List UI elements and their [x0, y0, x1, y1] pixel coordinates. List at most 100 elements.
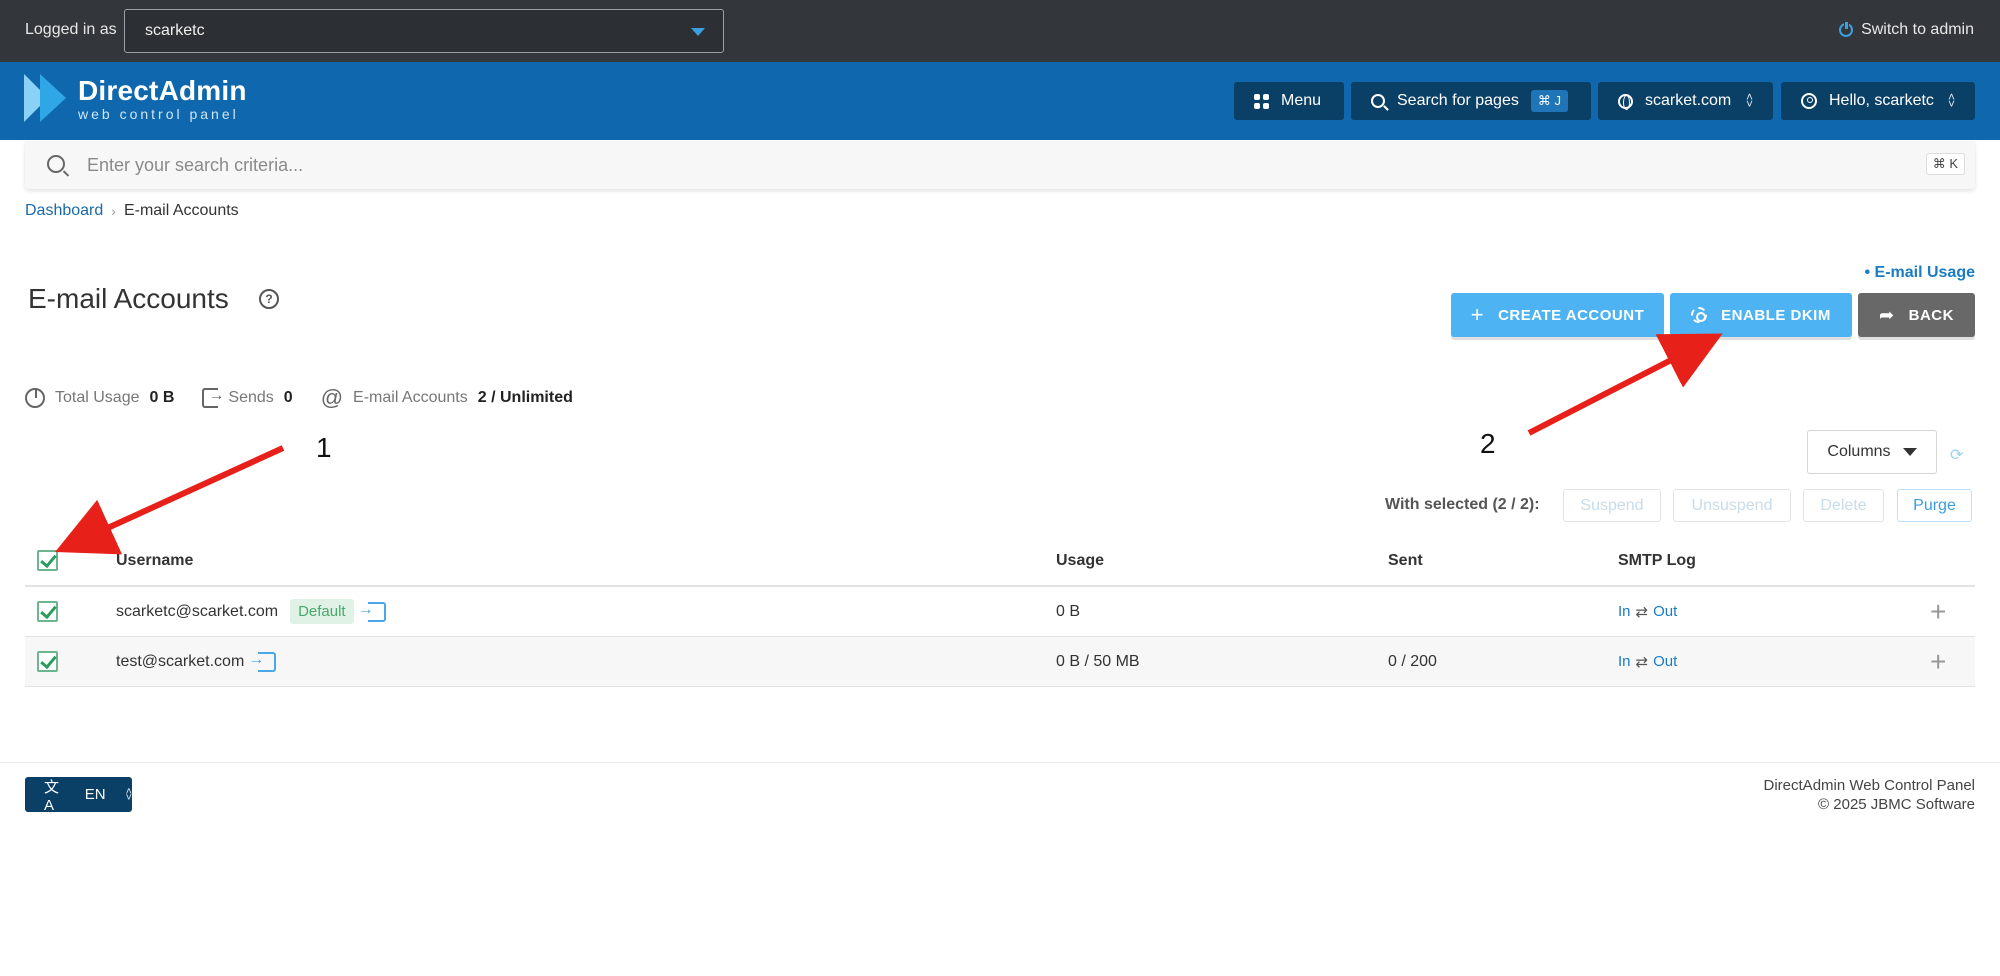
- login-icon[interactable]: [358, 601, 386, 622]
- grid-icon: [1254, 93, 1269, 109]
- updown-icon: ˄ ˅: [1745, 90, 1753, 111]
- smtp-log: In ⇄ Out: [1618, 653, 1677, 671]
- column-header-sent[interactable]: Sent: [1388, 536, 1423, 585]
- switch-to-admin-label: Switch to admin: [1861, 21, 1974, 38]
- global-search-bar: ⌘ K: [25, 141, 1975, 189]
- search-icon: [47, 155, 65, 173]
- column-header-smtp-log: SMTP Log: [1618, 551, 1696, 569]
- usage-stats: Total Usage 0 B Sends 0 @ E-mail Account…: [25, 387, 601, 409]
- smtp-log: In ⇄ Out: [1618, 603, 1677, 621]
- annotation-arrow-2: [1527, 333, 1723, 436]
- annotation-label-2: 2: [1480, 428, 1496, 459]
- domain-select[interactable]: scarket.com ˄ ˅: [1598, 82, 1773, 120]
- smtp-out-link[interactable]: Out: [1653, 653, 1677, 671]
- column-header-usage[interactable]: Usage: [1056, 536, 1104, 585]
- sent-value: 0 / 200: [1388, 652, 1437, 670]
- user-icon: [1801, 93, 1817, 109]
- main-header: DirectAdmin web control panel Menu Searc…: [0, 62, 2000, 140]
- column-header-username[interactable]: Username: [116, 536, 193, 585]
- domain-label: scarket.com: [1645, 92, 1732, 109]
- power-icon: [1839, 21, 1854, 37]
- smtp-in-link[interactable]: In: [1618, 653, 1631, 671]
- updown-icon: ˄ ˅: [1947, 90, 1955, 111]
- stat-total-usage: Total Usage 0 B: [25, 388, 174, 408]
- refresh-icon[interactable]: ⟳: [1950, 445, 1963, 465]
- delete-button[interactable]: Delete: [1803, 489, 1884, 522]
- search-pages-label: Search for pages: [1397, 92, 1519, 109]
- search-input[interactable]: [87, 151, 1887, 179]
- language-label: EN: [84, 786, 106, 803]
- footer-credits: DirectAdmin Web Control Panel © 2025 JBM…: [1764, 776, 1975, 814]
- admin-topbar: Logged in as scarketc Switch to admin: [0, 0, 2000, 62]
- switch-to-admin-button[interactable]: Switch to admin: [1839, 21, 1974, 39]
- logo-name: DirectAdmin: [78, 75, 247, 106]
- user-select[interactable]: scarketc: [124, 9, 724, 53]
- annotation-arrow-1: [55, 445, 285, 555]
- smtp-in-link[interactable]: In: [1618, 603, 1631, 621]
- menu-label: Menu: [1281, 92, 1322, 109]
- menu-button[interactable]: Menu: [1234, 82, 1344, 120]
- stat-value: 0 B: [149, 389, 175, 406]
- stat-label: Sends: [228, 389, 274, 406]
- help-icon[interactable]: ?: [259, 289, 279, 309]
- logo-subtitle: web control panel: [78, 106, 239, 122]
- purge-button[interactable]: Purge: [1897, 489, 1972, 522]
- chevron-down-icon: [1902, 448, 1917, 456]
- expand-plus-icon[interactable]: +: [1930, 587, 1946, 636]
- columns-label: Columns: [1827, 443, 1891, 460]
- with-selected-label: With selected (2 / 2):: [1385, 496, 1540, 513]
- create-account-label: CREATE ACCOUNT: [1498, 306, 1645, 324]
- usage-value: 0 B: [1056, 602, 1081, 620]
- share-arrow-icon: ➦: [1879, 304, 1895, 325]
- updown-icon: ˄ ˅: [125, 785, 132, 804]
- select-all-checkbox[interactable]: [37, 550, 58, 571]
- enable-dkim-label: ENABLE DKIM: [1721, 306, 1831, 324]
- breadcrumb-dashboard-link[interactable]: Dashboard: [25, 202, 103, 220]
- suspend-button[interactable]: Suspend: [1563, 489, 1661, 522]
- smtp-out-link[interactable]: Out: [1653, 603, 1677, 621]
- footer-line-1: DirectAdmin Web Control Panel: [1763, 777, 1975, 794]
- login-icon[interactable]: [248, 651, 277, 672]
- search-pages-button[interactable]: Search for pages ⌘ J: [1351, 82, 1591, 120]
- row-checkbox[interactable]: [37, 651, 58, 672]
- logged-in-label: Logged in as: [25, 21, 117, 38]
- enable-dkim-button[interactable]: ENABLE DKIM: [1670, 293, 1852, 337]
- at-sign-icon: @: [320, 385, 344, 410]
- page-title: E-mail Accounts: [28, 283, 229, 314]
- language-select[interactable]: 文A EN ˄ ˅: [25, 777, 132, 814]
- unsuspend-button[interactable]: Unsuspend: [1673, 489, 1791, 522]
- breadcrumb: Dashboard › E-mail Accounts: [25, 202, 239, 220]
- expand-plus-icon[interactable]: +: [1930, 637, 1946, 686]
- stat-email-accounts: @ E-mail Accounts 2 / Unlimited: [321, 387, 573, 409]
- translate-icon: 文A: [44, 778, 60, 814]
- chevron-down-icon: [691, 28, 705, 36]
- user-menu-button[interactable]: Hello, scarketc ˄ ˅: [1781, 82, 1975, 120]
- username: test@scarket.com: [116, 652, 245, 670]
- table-row: test@scarket.com 0 B / 50 MB 0 / 200 In …: [25, 637, 1975, 687]
- footer-divider: [0, 762, 2000, 763]
- stat-sends: Sends 0: [202, 387, 293, 408]
- footer-line-2: © 2025 JBMC Software: [1818, 796, 1975, 813]
- stat-label: E-mail Accounts: [353, 389, 468, 406]
- columns-dropdown[interactable]: Columns: [1807, 430, 1937, 474]
- username: scarketc@scarket.com: [116, 602, 279, 620]
- stat-value: 2 / Unlimited: [477, 389, 573, 406]
- breadcrumb-current: E-mail Accounts: [123, 202, 239, 219]
- create-account-button[interactable]: + CREATE ACCOUNT: [1451, 293, 1664, 337]
- pie-chart-icon: [25, 388, 45, 408]
- back-button[interactable]: ➦ BACK: [1858, 293, 1975, 337]
- email-accounts-table: Username Usage Sent SMTP Log scarketc@sc…: [25, 536, 1975, 687]
- search-icon: [1371, 94, 1385, 108]
- user-menu-label: Hello, scarketc: [1829, 92, 1934, 109]
- logo-mark-icon: [24, 74, 68, 124]
- row-checkbox[interactable]: [37, 601, 58, 622]
- swap-arrows-icon: ⇄: [1635, 603, 1649, 621]
- table-header: Username Usage Sent SMTP Log: [25, 536, 1975, 587]
- annotation-label-1: 1: [316, 432, 332, 463]
- plus-icon: +: [1470, 302, 1485, 327]
- default-badge: Default: [290, 599, 354, 624]
- email-usage-link[interactable]: • E-mail Usage: [1864, 264, 1975, 282]
- user-select-value: scarketc: [145, 22, 205, 39]
- directadmin-logo[interactable]: DirectAdmin web control panel: [24, 74, 247, 124]
- gear-icon: [1691, 307, 1708, 323]
